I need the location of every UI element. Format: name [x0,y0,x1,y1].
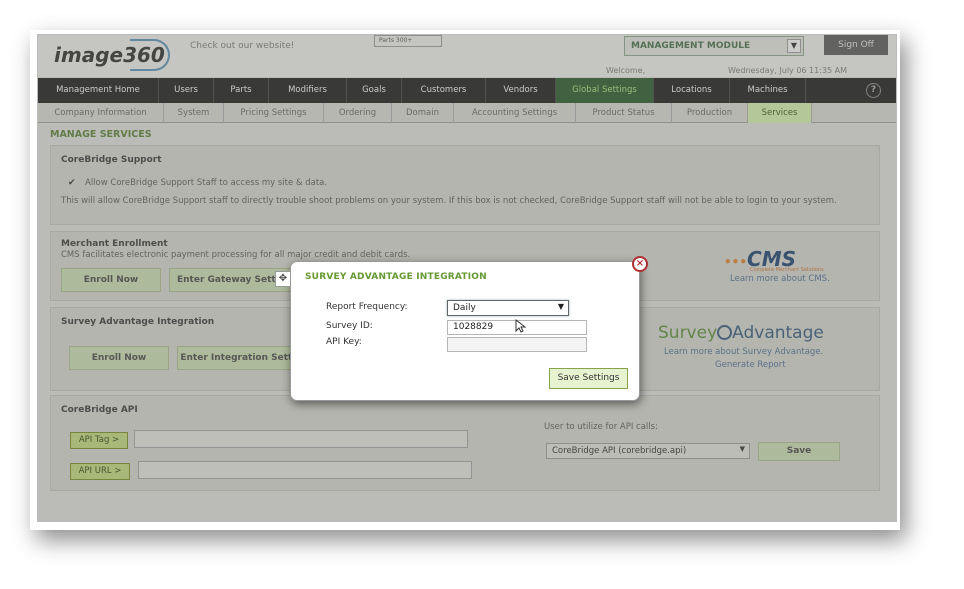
report-frequency-label: Report Frequency: [326,302,408,312]
report-frequency-select[interactable]: Daily ▼ [447,300,569,316]
modal-title: SURVEY ADVANTAGE INTEGRATION [305,272,487,282]
survey-integration-modal: ✥ × SURVEY ADVANTAGE INTEGRATION Report … [275,256,648,401]
browser-frame: image360 Check out our website! Parts 30… [37,34,897,522]
api-key-label: API Key: [326,337,362,347]
mouse-cursor-icon [515,319,527,333]
survey-id-label: Survey ID: [326,321,373,331]
close-icon[interactable]: × [632,256,648,272]
move-icon[interactable]: ✥ [275,271,291,287]
save-settings-button[interactable]: Save Settings [549,368,628,389]
api-key-input[interactable] [447,337,587,352]
chevron-down-icon: ▼ [557,302,564,311]
